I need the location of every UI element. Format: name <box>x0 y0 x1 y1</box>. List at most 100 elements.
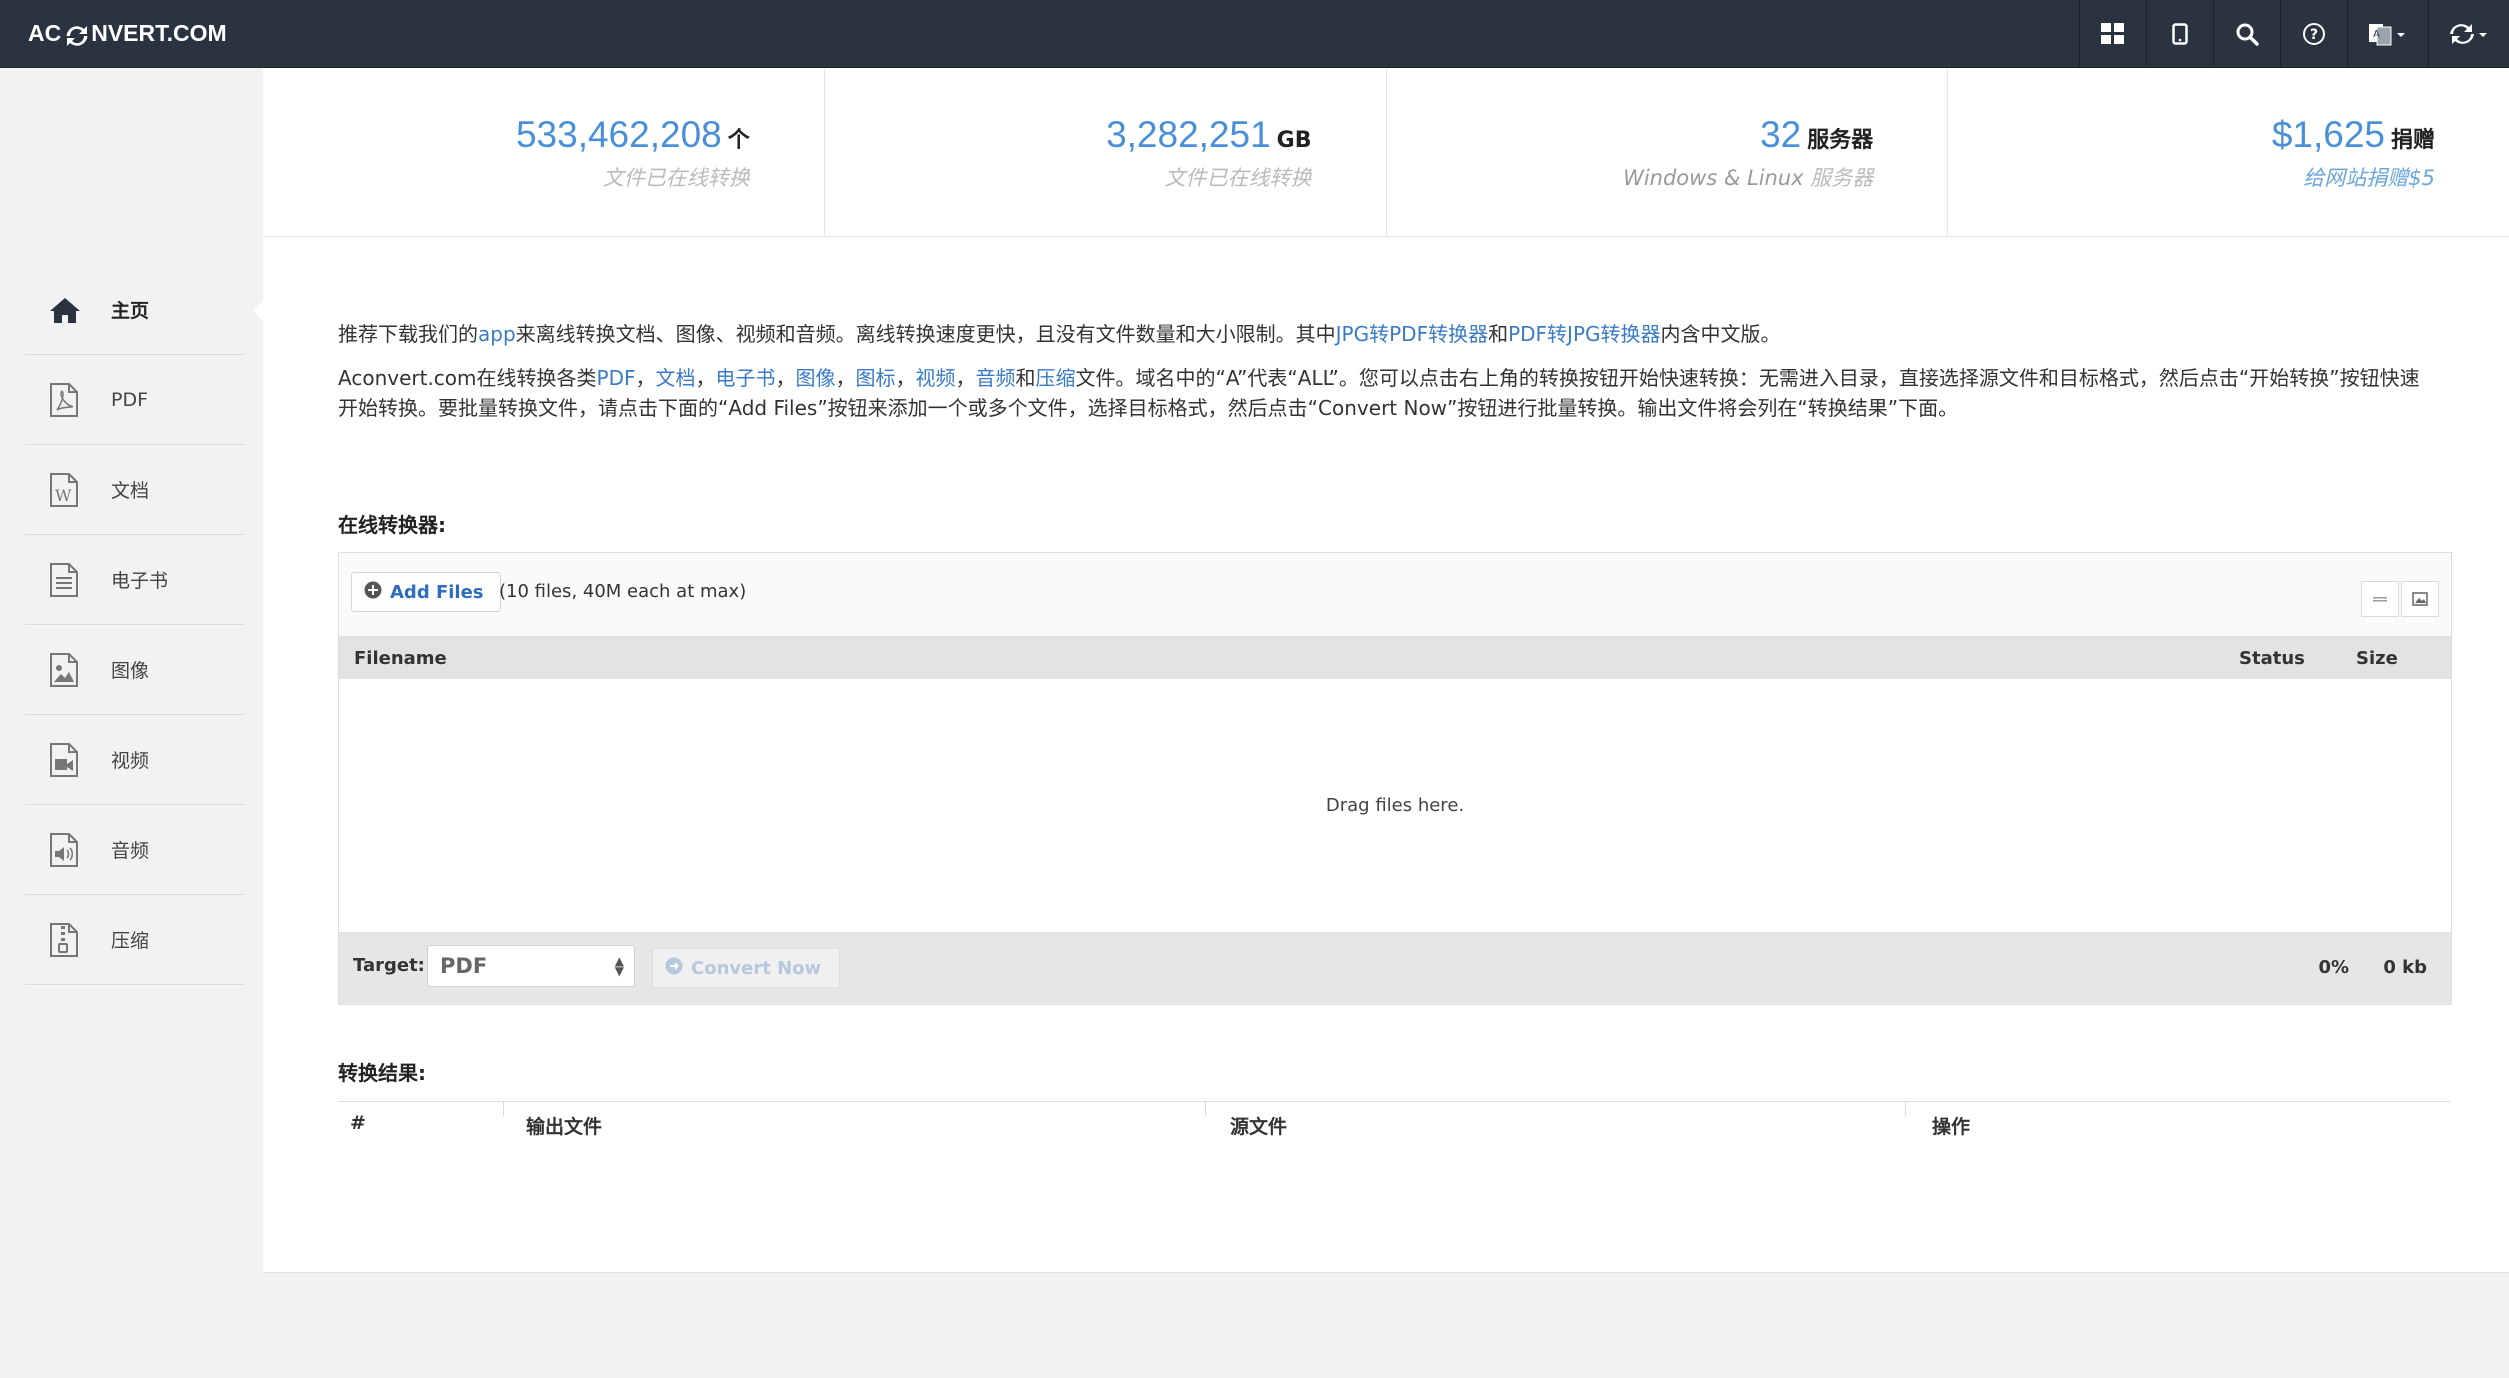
sidebar-item-label: 文档 <box>111 480 150 502</box>
file-table-header: Filename Status Size <box>339 637 2451 679</box>
sidebar-item-label: 音频 <box>111 840 150 862</box>
video-link[interactable]: 视频 <box>915 366 955 390</box>
file-drop-zone[interactable]: Drag files here. <box>339 679 2451 933</box>
svg-text:?: ? <box>2310 27 2318 43</box>
stat-number: 32 <box>1760 114 1802 155</box>
intro-text-span: 推荐下载我们的 <box>338 322 478 346</box>
image-icon <box>2412 592 2428 606</box>
svg-text:A: A <box>2373 29 2380 40</box>
batch-converter-panel: Add Files (10 files, 40M each at max) Fi… <box>338 552 2452 1005</box>
results-table: # 输出文件 源文件 操作 <box>338 1101 2450 1144</box>
stat-unit: GB <box>1276 128 1312 153</box>
sidebar-item-label: 电子书 <box>111 570 169 592</box>
audio-file-icon <box>49 832 83 867</box>
jpg-to-pdf-link[interactable]: JPG转PDF转换器 <box>1336 322 1488 346</box>
stat-files-converted: 533,462,208 个 文件已在线转换 <box>263 68 825 236</box>
mobile-icon[interactable] <box>2146 0 2213 67</box>
column-divider <box>503 1102 504 1116</box>
word-document-icon: W <box>49 472 83 507</box>
convert-now-label: Convert Now <box>691 957 822 979</box>
converter-toolbar: Add Files (10 files, 40M each at max) <box>339 553 2451 637</box>
pdf-to-jpg-link[interactable]: PDF转JPG转换器 <box>1508 322 1660 346</box>
stat-caption-os: Windows & Linux <box>1623 166 1811 190</box>
list-icon <box>2373 597 2387 602</box>
stat-number: 533,462,208 <box>515 114 722 155</box>
filename-column: Filename <box>354 648 447 669</box>
sidebar-nav: 主页 PDF W 文档 电子书 图像 视频 音频 压缩 <box>25 265 265 985</box>
sidebar-item-pdf[interactable]: PDF <box>25 355 245 445</box>
image-file-icon <box>49 652 83 687</box>
sidebar-item-image[interactable]: 图像 <box>25 625 245 715</box>
file-limit-note: (10 files, 40M each at max) <box>499 581 747 602</box>
language-icon[interactable]: A <box>2347 0 2428 67</box>
target-format-select[interactable]: PDF ▲ ▼ <box>427 945 635 987</box>
separator: ， <box>955 366 976 390</box>
image-link[interactable]: 图像 <box>795 366 835 390</box>
sidebar: 主页 PDF W 文档 电子书 图像 视频 音频 压缩 <box>0 68 265 1378</box>
app-link[interactable]: app <box>478 322 516 346</box>
stat-gb-converted: 3,282,251 GB 文件已在线转换 <box>825 68 1387 236</box>
intro-text-span: Aconvert.com在线转换各类 <box>338 366 597 390</box>
column-divider <box>1205 1102 1206 1116</box>
thumbnail-view-button[interactable] <box>2401 581 2439 617</box>
list-view-button[interactable] <box>2361 581 2399 617</box>
separator: ， <box>835 366 856 390</box>
refresh-icon[interactable] <box>2428 0 2509 67</box>
top-navbar: AC NVERT.COM ? A <box>0 0 2509 68</box>
arrow-circle-icon <box>665 957 683 980</box>
stat-caption: 文件已在线转换 <box>1164 166 1312 190</box>
actions-column: 操作 <box>1932 1116 1971 1138</box>
separator: ， <box>895 366 916 390</box>
site-logo[interactable]: AC NVERT.COM <box>28 14 227 52</box>
logo-refresh-icon <box>64 21 90 46</box>
logo-text-right: NVERT.COM <box>91 20 227 46</box>
archive-link[interactable]: 压缩 <box>1035 366 1075 390</box>
sidebar-item-archive[interactable]: 压缩 <box>25 895 245 985</box>
separator: 和 <box>1015 366 1036 390</box>
sidebar-item-document[interactable]: W 文档 <box>25 445 245 535</box>
progress-percent: 0% <box>2318 957 2349 978</box>
sidebar-item-ebook[interactable]: 电子书 <box>25 535 245 625</box>
stat-number: 3,282,251 <box>1106 114 1271 155</box>
separator: ， <box>695 366 716 390</box>
convert-now-button[interactable]: Convert Now <box>652 948 841 988</box>
stat-donations: $1,625 捐赠 给网站捐赠$5 <box>1948 68 2509 236</box>
target-format-value: PDF <box>440 954 488 978</box>
pdf-file-icon <box>49 382 83 417</box>
sidebar-item-label: PDF <box>111 388 149 411</box>
converter-footer: Target: PDF ▲ ▼ Convert Now 0% 0 kb <box>339 933 2451 1004</box>
add-files-button[interactable]: Add Files <box>351 572 501 612</box>
stat-servers: 32 服务器 Windows & Linux 服务器 <box>1387 68 1949 236</box>
stat-caption: Windows & Linux 服务器 <box>1387 162 1873 192</box>
output-file-column: 输出文件 <box>526 1116 603 1138</box>
drop-hint: Drag files here. <box>1325 795 1465 816</box>
sidebar-item-home[interactable]: 主页 <box>25 265 265 355</box>
stat-unit: 个 <box>727 128 750 153</box>
home-icon <box>49 293 83 327</box>
separator: ， <box>775 366 796 390</box>
total-size: 0 kb <box>2383 957 2427 978</box>
ebook-file-icon <box>49 562 83 597</box>
audio-link[interactable]: 音频 <box>975 366 1015 390</box>
sidebar-item-audio[interactable]: 音频 <box>25 805 245 895</box>
stat-number: $1,625 <box>2271 114 2385 155</box>
ebook-link[interactable]: 电子书 <box>715 366 775 390</box>
results-title: 转换结果: <box>338 1061 426 1085</box>
updown-caret-icon: ▲ ▼ <box>614 954 624 978</box>
search-icon[interactable] <box>2213 0 2280 67</box>
results-table-header: # 输出文件 源文件 操作 <box>338 1102 2450 1144</box>
intro-text-span: 内含中文版。 <box>1660 322 1781 346</box>
video-file-icon <box>49 742 83 777</box>
icon-link[interactable]: 图标 <box>855 366 895 390</box>
help-icon[interactable]: ? <box>2280 0 2347 67</box>
apps-grid-icon[interactable] <box>2079 0 2146 67</box>
stat-unit: 服务器 <box>1807 128 1874 153</box>
svg-text:W: W <box>55 486 72 505</box>
status-column: Status <box>2239 648 2305 669</box>
document-link[interactable]: 文档 <box>655 366 695 390</box>
intro-text-span: 来离线转换文档、图像、视频和音频。离线转换速度更快，且没有文件数量和大小限制。其… <box>515 322 1336 346</box>
donate-link[interactable]: 给网站捐赠$5 <box>1948 162 2435 192</box>
pdf-link[interactable]: PDF <box>597 366 636 390</box>
sidebar-item-label: 主页 <box>111 300 150 322</box>
sidebar-item-video[interactable]: 视频 <box>25 715 245 805</box>
